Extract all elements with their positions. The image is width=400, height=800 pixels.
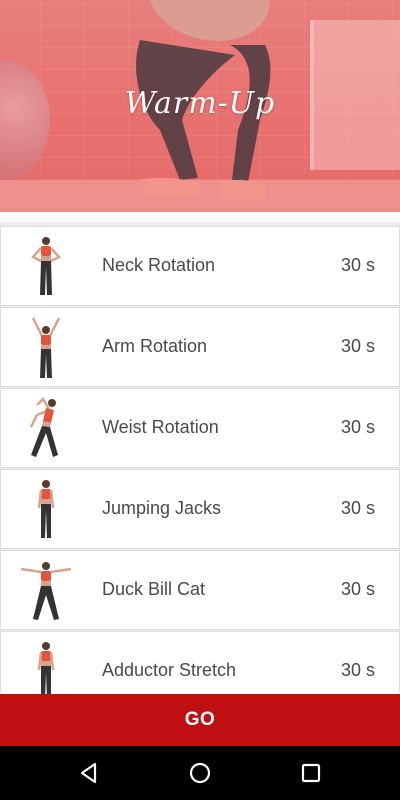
exercise-row-weist-rotation[interactable]: Weist Rotation 30 s xyxy=(0,388,400,468)
home-circle-icon[interactable] xyxy=(187,760,213,786)
figure-hands-on-hips-icon xyxy=(30,237,62,295)
figure-arms-spread-icon xyxy=(20,562,72,620)
exercise-name: Duck Bill Cat xyxy=(102,579,206,599)
exercise-name: Jumping Jacks xyxy=(102,498,222,518)
back-triangle-icon[interactable] xyxy=(76,760,102,786)
figure-standing-icon xyxy=(37,480,55,538)
exercise-row-duck-bill-cat[interactable]: Duck Bill Cat 30 s xyxy=(0,550,400,630)
figure-side-bend-icon xyxy=(29,397,58,457)
exercise-list[interactable]: Neck Rotation 30 s Arm Rotation 30 s Wei… xyxy=(0,222,400,694)
figure-arms-raised-icon xyxy=(31,317,61,378)
exercise-row-arm-rotation[interactable]: Arm Rotation 30 s xyxy=(0,307,400,387)
exercise-duration: 30 s xyxy=(340,255,375,275)
recents-square-icon[interactable] xyxy=(298,760,324,786)
system-navigation-bar xyxy=(0,746,400,800)
exercise-duration: 30 s xyxy=(340,579,375,599)
figure-standing-icon xyxy=(37,642,55,694)
exercise-row-neck-rotation[interactable]: Neck Rotation 30 s xyxy=(0,226,400,306)
page-title: Warm-Up xyxy=(124,86,276,121)
exercise-duration: 30 s xyxy=(340,417,375,437)
exercise-duration: 30 s xyxy=(340,336,375,356)
exercise-duration: 30 s xyxy=(340,498,375,518)
exercise-name: Adductor Stretch xyxy=(102,660,237,680)
exercise-name: Weist Rotation xyxy=(102,417,219,437)
exercise-name: Arm Rotation xyxy=(102,336,208,356)
hero-banner: Warm-Up xyxy=(0,0,400,212)
exercise-row-jumping-jacks[interactable]: Jumping Jacks 30 s xyxy=(0,469,400,549)
exercise-name: Neck Rotation xyxy=(102,255,216,275)
go-button[interactable]: GO xyxy=(0,694,400,746)
exercise-duration: 30 s xyxy=(340,660,375,680)
exercise-row-adductor-stretch[interactable]: Adductor Stretch 30 s xyxy=(0,631,400,694)
